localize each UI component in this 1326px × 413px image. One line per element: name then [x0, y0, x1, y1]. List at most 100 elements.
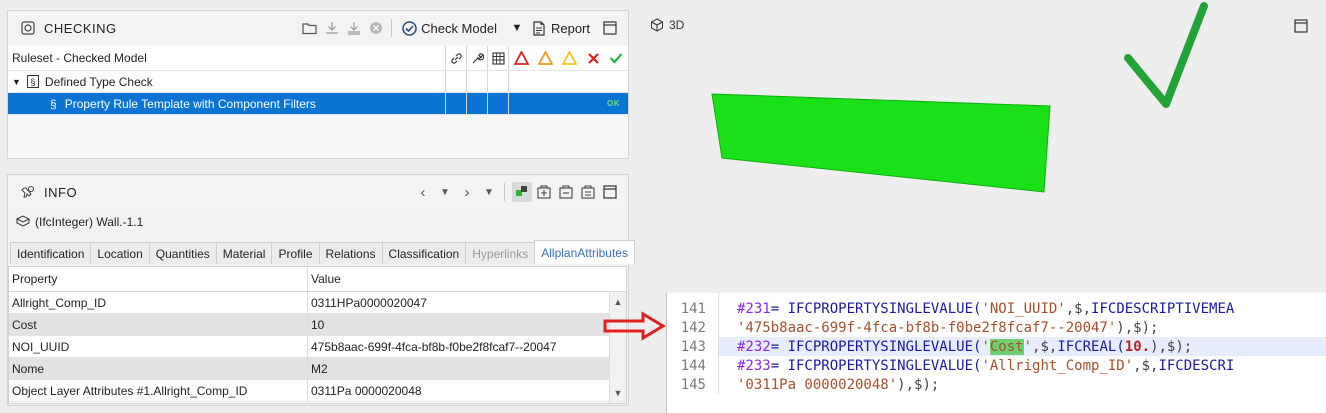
- property-column-header[interactable]: Property: [9, 267, 308, 291]
- scroll-up-icon[interactable]: ▲: [610, 294, 626, 310]
- vertical-scrollbar[interactable]: ▲ ▼: [609, 292, 626, 403]
- forward-history-icon[interactable]: ▼: [479, 182, 499, 202]
- code-token: ,$,: [1065, 300, 1092, 317]
- ifc-code-view[interactable]: 141 #231= IFCPROPERTYSINGLEVALUE('NOI_UUI…: [666, 293, 1326, 413]
- info-triangle-icon[interactable]: [562, 51, 578, 65]
- pointer-arrow-icon: [603, 311, 666, 341]
- forward-arrow-icon[interactable]: ›: [457, 182, 477, 202]
- chevron-down-icon[interactable]: ▼: [507, 18, 527, 38]
- value-column-header[interactable]: Value: [308, 267, 626, 291]
- line-number: 145: [667, 375, 719, 394]
- check-model-icon[interactable]: [399, 18, 419, 38]
- check-model-button[interactable]: Check Model: [421, 21, 497, 36]
- link-column-icon[interactable]: [445, 46, 466, 70]
- row-cell: [466, 93, 487, 114]
- code-line[interactable]: 145'0311Pa 0000020048'),$);: [667, 375, 1326, 394]
- expand-triangle-icon[interactable]: ▼: [12, 77, 21, 87]
- code-token: IFCDESCRI: [1158, 357, 1235, 374]
- model-viewport[interactable]: [650, 0, 1310, 270]
- row-cell: [466, 71, 487, 92]
- table-row[interactable]: Object Layer Attributes #1.Allright_Comp…: [9, 380, 626, 402]
- stop-icon[interactable]: [366, 18, 386, 38]
- row-cell: [487, 93, 508, 114]
- maximize-icon[interactable]: [600, 18, 620, 38]
- tab-identification[interactable]: Identification: [10, 242, 92, 264]
- rule-row-main: § Property Rule Template with Component …: [8, 93, 445, 114]
- row-status-cell: [508, 71, 628, 92]
- property-name: Object Layer Attributes #1.Allright_Comp…: [9, 380, 308, 401]
- table-row[interactable]: Nome M2: [9, 358, 626, 380]
- table-column-icon[interactable]: [487, 46, 508, 70]
- code-token: IFCDESCRIPTIVEMEA: [1091, 300, 1235, 317]
- back-history-icon[interactable]: ▼: [435, 182, 455, 202]
- table-row[interactable]: Allright_Comp_ID 0311HPa0000020047: [9, 292, 626, 314]
- checking-header: CHECKING Check Model ▼ Report: [8, 11, 628, 45]
- fail-x-icon[interactable]: [587, 52, 600, 65]
- report-button[interactable]: Report: [551, 21, 590, 36]
- report-icon[interactable]: [529, 18, 549, 38]
- checking-title: CHECKING: [44, 20, 117, 36]
- property-value: 475b8aac-699f-4fca-bf8b-f0be2f8fcaf7--20…: [311, 339, 557, 354]
- add-property-icon[interactable]: [534, 182, 554, 202]
- tab-material[interactable]: Material: [215, 242, 273, 264]
- ruleset-row-label: Defined Type Check: [44, 74, 153, 89]
- code-token: 10.: [1124, 338, 1151, 355]
- row-cell: [487, 71, 508, 92]
- selected-object-line: (IfcInteger) Wall.-1.1: [8, 209, 143, 235]
- code-token: = IFCPROPERTYSINGLEVALUE(: [770, 357, 982, 374]
- edit-property-icon[interactable]: [578, 182, 598, 202]
- download-icon[interactable]: [322, 18, 342, 38]
- selected-object-label: (IfcInteger) Wall.-1.1: [35, 215, 144, 229]
- info-panel-icon: [18, 182, 38, 202]
- remove-property-icon[interactable]: [556, 182, 576, 202]
- code-line[interactable]: 144 #233= IFCPROPERTYSINGLEVALUE('Allrigh…: [667, 356, 1326, 375]
- table-row[interactable]: NOI_UUID 475b8aac-699f-4fca-bf8b-f0be2f8…: [9, 336, 626, 358]
- code-token: = IFCPROPERTYSINGLEVALUE(: [770, 338, 982, 355]
- code-line[interactable]: 142 '475b8aac-699f-4fca-bf8b-f0be2f8fcaf7…: [667, 318, 1326, 337]
- code-line[interactable]: 141 #231= IFCPROPERTYSINGLEVALUE('NOI_UUI…: [667, 299, 1326, 318]
- tab-location[interactable]: Location: [90, 242, 150, 264]
- link-selection-icon[interactable]: [512, 182, 532, 202]
- tab-quantities[interactable]: Quantities: [148, 242, 217, 264]
- download-all-icon[interactable]: [344, 18, 364, 38]
- pass-check-icon[interactable]: [609, 52, 623, 64]
- property-value: 0311Pa 0000020048: [311, 383, 422, 398]
- property-table-header: Property Value: [9, 267, 626, 292]
- tab-relations[interactable]: Relations: [318, 242, 383, 264]
- open-folder-icon[interactable]: [300, 18, 320, 38]
- tab-profile[interactable]: Profile: [271, 242, 320, 264]
- rule-row-selected[interactable]: § Property Rule Template with Component …: [8, 93, 628, 115]
- maximize-icon[interactable]: [600, 182, 620, 202]
- property-name: NOI_UUID: [9, 336, 308, 357]
- ruleset-row[interactable]: ▼ § Defined Type Check: [8, 71, 628, 93]
- check-mark-icon: [1124, 2, 1208, 108]
- ruleset-column-header: Ruleset - Checked Model: [12, 51, 147, 65]
- code-text: #233= IFCPROPERTYSINGLEVALUE('Allright_C…: [719, 358, 1234, 374]
- warning-triangle-icon[interactable]: [538, 51, 554, 65]
- code-token: = IFCPROPERTYSINGLEVALUE(: [770, 300, 982, 317]
- error-triangle-icon[interactable]: [513, 51, 529, 65]
- ruleset-row-main: ▼ § Defined Type Check: [8, 71, 445, 92]
- wall-model[interactable]: [711, 93, 1051, 193]
- back-arrow-icon[interactable]: ‹: [413, 182, 433, 202]
- property-name: Allright_Comp_ID: [9, 292, 308, 313]
- wrench-column-icon[interactable]: [466, 46, 487, 70]
- tab-classification[interactable]: Classification: [381, 242, 467, 264]
- code-token: ),$);: [897, 376, 940, 393]
- code-text: #231= IFCPROPERTYSINGLEVALUE('NOI_UUID',…: [719, 301, 1234, 317]
- code-token: 'Allright_Comp_ID': [981, 357, 1134, 374]
- code-line[interactable]: 143 #232= IFCPROPERTYSINGLEVALUE('Cost',$…: [667, 337, 1326, 356]
- table-row[interactable]: Cost 10: [9, 314, 626, 336]
- line-number: 142: [667, 318, 719, 337]
- code-text: '475b8aac-699f-4fca-bf8b-f0be2f8fcaf7--2…: [719, 320, 1158, 336]
- scroll-down-icon[interactable]: ▼: [610, 385, 626, 401]
- property-value: M2: [311, 361, 328, 376]
- tab-hyperlinks[interactable]: Hyperlinks: [465, 242, 536, 264]
- code-token: #231: [737, 300, 771, 317]
- tab-allplanattributes[interactable]: AllplanAttributes: [534, 240, 635, 264]
- property-value: 0311HPa0000020047: [311, 295, 427, 310]
- ruleset-table-header: Ruleset - Checked Model: [8, 46, 628, 71]
- code-token: ': [981, 338, 990, 355]
- code-token: '475b8aac-699f-4fca-bf8b-f0be2f8fcaf7--2…: [737, 319, 1117, 336]
- checking-panel-icon: [18, 18, 38, 38]
